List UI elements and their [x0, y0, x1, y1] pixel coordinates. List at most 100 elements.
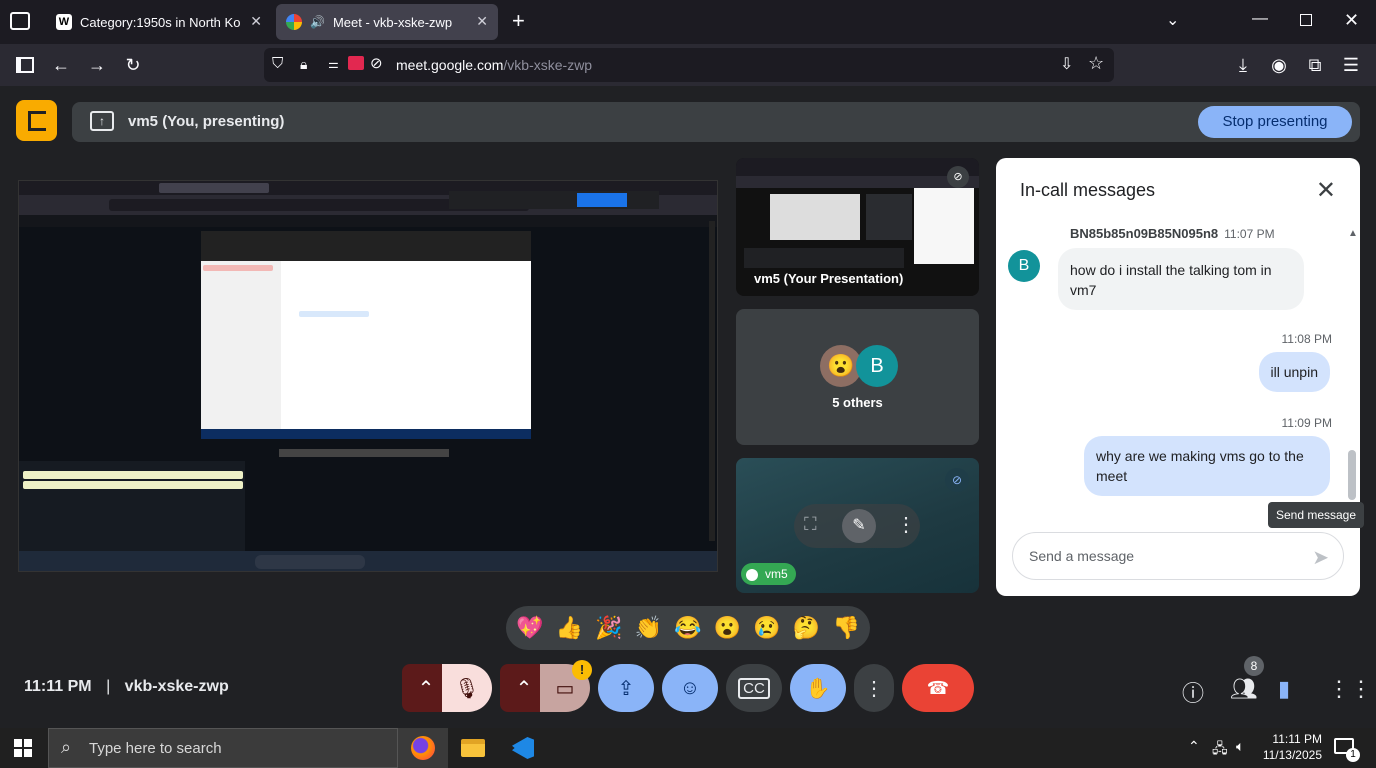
new-tab-button[interactable]: + [512, 8, 525, 34]
reaction-crying[interactable]: 😢 [753, 615, 780, 641]
frame-person-icon[interactable]: ⛶ [804, 514, 817, 535]
taskbar-search-box[interactable]: ⌕ Type here to search [48, 728, 398, 768]
sidebar-icon[interactable] [14, 54, 36, 76]
captions-icon: CC [738, 677, 770, 699]
minimize-button[interactable]: — [1252, 10, 1268, 28]
reaction-surprised[interactable]: 😮 [714, 615, 741, 641]
address-bar[interactable]: ⛉ 🔒︎ ⚌ ⊘ meet.google.com/vkb-xske-zwp ⇩ … [264, 48, 1114, 82]
windows-start-icon[interactable] [14, 739, 32, 757]
meeting-details: 11:11 PM | vkb-xske-zwp [24, 678, 229, 695]
permissions-icon[interactable]: ⚌ [328, 57, 339, 71]
meeting-info-icon[interactable]: ⓘ [1182, 676, 1204, 708]
windows-taskbar: ⌕ Type here to search ⌃ 🖧︎ 🔈︎ 11:11 PM 1… [0, 728, 1376, 768]
tab-wikipedia[interactable]: W Category:1950s in North Korea ✕ [46, 4, 272, 40]
people-count-badge: 8 [1244, 656, 1264, 676]
pin-tile-icon[interactable]: ✎ [842, 509, 876, 543]
presenting-label: vm5 (You, presenting) [128, 113, 285, 130]
shared-screen-preview [18, 180, 718, 572]
reaction-clapping[interactable]: 👏 [635, 615, 662, 641]
camera-alert-badge: ! [572, 660, 592, 680]
restore-button[interactable] [1300, 14, 1312, 26]
emoji-icon: ☺ [679, 676, 701, 699]
send-icon[interactable]: ➤ [1312, 545, 1329, 570]
reload-icon[interactable]: ↻ [122, 54, 144, 76]
more-options-icon[interactable]: ⋮ [896, 512, 916, 537]
reaction-tears-of-joy[interactable]: 😂 [674, 615, 701, 641]
camera-off-icon: ▭ [555, 677, 575, 700]
mic-off-icon: 🎙︎ [454, 677, 480, 700]
chat-icon[interactable]: ▮ [1278, 676, 1290, 702]
lock-icon[interactable]: 🔒︎ [300, 56, 307, 73]
reaction-thinking[interactable]: 🤔 [793, 615, 820, 641]
url-text[interactable]: meet.google.com/vkb-xske-zwp [396, 57, 592, 73]
install-app-icon[interactable]: ⇩ [1060, 54, 1073, 74]
network-icon[interactable]: 🖧︎ [1212, 738, 1228, 762]
speaker-icon[interactable]: 🔊 [310, 15, 325, 29]
avatar: B [1008, 250, 1040, 282]
file-explorer-app-icon[interactable] [448, 728, 498, 768]
mic-off-button[interactable]: 🎙︎ [442, 664, 492, 712]
menu-icon[interactable]: ☰ [1340, 54, 1362, 76]
captions-button[interactable]: CC [726, 664, 782, 712]
close-icon[interactable]: ✕ [250, 13, 262, 30]
end-call-icon: ☎ [926, 677, 950, 698]
chat-scrollbar[interactable]: ▲ [1348, 228, 1358, 528]
close-icon[interactable]: ✕ [476, 13, 488, 30]
reactions-button[interactable]: ☺ [662, 664, 718, 712]
forward-arrow-icon[interactable]: → [86, 54, 108, 76]
meet-icon [286, 14, 302, 30]
message-time: 11:08 PM [1281, 332, 1332, 346]
speaking-icon [746, 569, 758, 581]
vscode-app-icon[interactable] [498, 728, 548, 768]
meeting-time: 11:11 PM [24, 678, 92, 695]
tile-tools: ⛶ ✎ ⋮ [794, 504, 920, 548]
hand-icon: ✋ [805, 677, 831, 700]
volume-icon[interactable]: 🔈︎ [1236, 738, 1244, 755]
stop-presenting-button[interactable]: Stop presenting [1198, 106, 1352, 138]
camera-blocked-icon[interactable]: ⊘ [370, 54, 383, 72]
vm5-tile[interactable]: ⊘ ⛶ ✎ ⋮ vm5 [736, 458, 979, 593]
taskbar-clock[interactable]: 11:11 PM 11/13/2025 [1263, 731, 1322, 763]
screen-share-indicator-icon[interactable] [348, 56, 364, 70]
chat-title: In-call messages [1020, 180, 1156, 200]
message-bubble: how do i install the talking tom in vm7 [1058, 248, 1304, 310]
more-options-button[interactable]: ⋮ [854, 664, 894, 712]
chat-message-input[interactable]: Send a message ➤ [1012, 532, 1344, 580]
participant-avatar-b: B [856, 345, 898, 387]
reactions-bar: 💖 👍 🎉 👏 😂 😮 😢 🤔 👎 [506, 606, 870, 650]
reaction-thumbs-down[interactable]: 👎 [832, 615, 859, 641]
firefox-app-icon[interactable] [398, 728, 448, 768]
shield-icon[interactable]: ⛉ [272, 55, 283, 72]
show-hidden-icons[interactable]: ⌃ [1188, 738, 1200, 755]
wikipedia-icon: W [56, 14, 72, 30]
bookmark-star-icon[interactable]: ☆ [1088, 53, 1104, 74]
reaction-thumbs-up[interactable]: 👍 [556, 615, 583, 641]
close-window-button[interactable]: ✕ [1344, 10, 1359, 31]
people-icon[interactable]: 👥︎ [1230, 676, 1258, 702]
downloads-icon[interactable]: ⤓ [1232, 54, 1254, 76]
tab-overflow-chevron-icon[interactable]: ⌄ [1166, 10, 1179, 30]
present-screen-button[interactable]: ⇪ [598, 664, 654, 712]
message-sender: BN85b85n09B85N095n8 11:07 PM [1070, 226, 1275, 241]
self-presentation-tile[interactable]: ⊘ vm5 (Your Presentation) [736, 158, 979, 296]
muted-mic-icon: ⊘ [945, 468, 969, 492]
muted-mic-icon: ⊘ [947, 166, 969, 188]
back-arrow-icon[interactable]: ← [50, 54, 72, 76]
message-bubble: ill unpin [1258, 352, 1330, 392]
reaction-sparkling-heart[interactable]: 💖 [516, 615, 543, 641]
tab-meet[interactable]: 🔊 Meet - vkb-xske-zwp ✕ [276, 4, 498, 40]
activities-logo-icon[interactable] [16, 100, 57, 141]
reaction-party-popper[interactable]: 🎉 [595, 615, 622, 641]
extensions-icon[interactable]: ⧉ [1304, 54, 1326, 76]
close-icon[interactable]: ✕ [1316, 176, 1336, 205]
send-tooltip: Send message [1268, 502, 1364, 528]
tab-title: Meet - vkb-xske-zwp [332, 14, 453, 30]
others-tile[interactable]: 😮 B 5 others [736, 309, 979, 445]
present-icon: ⇪ [617, 677, 635, 700]
account-icon[interactable]: ◉ [1268, 54, 1290, 76]
raise-hand-button[interactable]: ✋ [790, 664, 846, 712]
activities-grid-icon[interactable]: ⋮⋮ [1328, 676, 1372, 702]
leave-call-button[interactable]: ☎ [902, 664, 974, 712]
tab-list-icon[interactable] [10, 12, 30, 30]
more-vert-icon: ⋮ [864, 677, 884, 700]
